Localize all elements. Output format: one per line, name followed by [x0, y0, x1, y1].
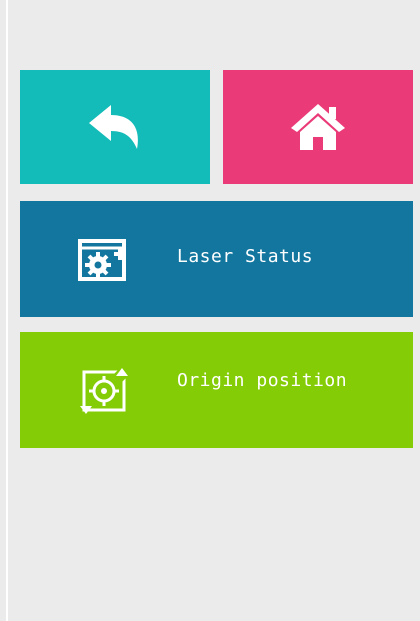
crosshair-target-icon — [78, 366, 130, 416]
home-button[interactable] — [223, 70, 413, 184]
origin-position-label: Origin position — [177, 370, 348, 391]
undo-arrow-icon — [87, 101, 143, 153]
origin-position-button[interactable]: Origin position — [20, 332, 413, 448]
laser-status-button[interactable]: Laser Status — [20, 201, 413, 317]
left-edge-divider — [6, 0, 8, 621]
back-button[interactable] — [20, 70, 210, 184]
laser-status-label: Laser Status — [177, 246, 314, 267]
home-icon — [289, 102, 347, 152]
settings-panel-icon — [78, 235, 128, 285]
